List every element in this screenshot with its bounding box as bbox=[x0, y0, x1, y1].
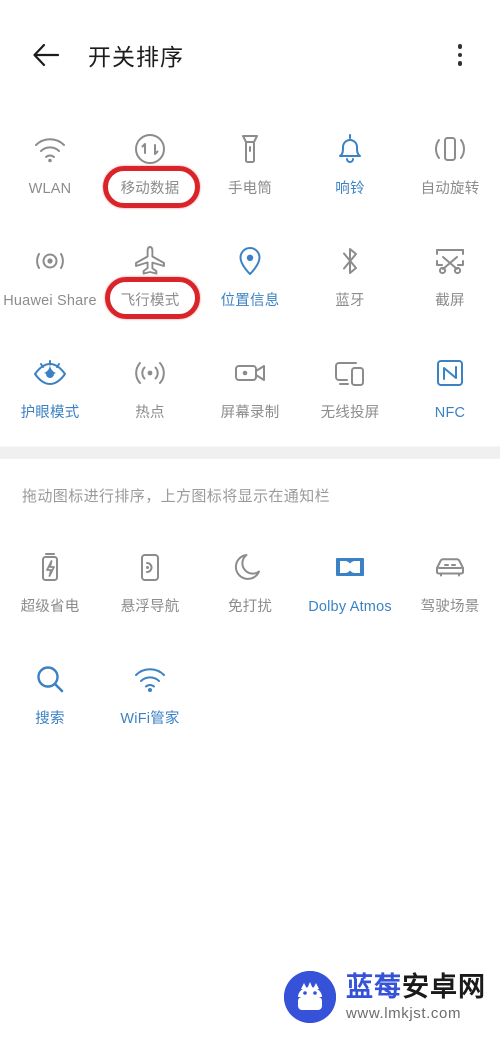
toggle-tile-mobile-data[interactable]: 移动数据 bbox=[100, 110, 200, 222]
blueberry-android-logo bbox=[284, 971, 336, 1023]
toggle-tile-screen-record[interactable]: 屏幕录制 bbox=[200, 334, 300, 446]
toggle-tile-label: NFC bbox=[434, 405, 466, 421]
site-watermark: 蓝莓 安卓网 www.lmkjst.com bbox=[284, 971, 486, 1023]
toggle-tile-driving-mode[interactable]: 驾驶场景 bbox=[400, 528, 500, 640]
arrow-left-icon bbox=[31, 42, 61, 68]
toggle-tile-label: WLAN bbox=[28, 181, 72, 197]
toggle-tile-search[interactable]: 搜索 bbox=[0, 640, 100, 752]
cast-screen-icon bbox=[330, 350, 370, 396]
search-icon bbox=[30, 656, 70, 702]
toggle-tile-label: 搜索 bbox=[35, 711, 65, 727]
toggle-tile-huawei-share[interactable]: Huawei Share bbox=[0, 222, 100, 334]
wifi-icon bbox=[30, 126, 70, 172]
toggle-tile-label: 手电筒 bbox=[227, 181, 273, 197]
toggle-tile-wifi[interactable]: WLAN bbox=[0, 110, 100, 222]
watermark-text: 蓝莓 安卓网 www.lmkjst.com bbox=[346, 971, 486, 1022]
toggle-tile-label: Dolby Atmos bbox=[308, 599, 392, 615]
page-title: 开关排序 bbox=[88, 44, 184, 70]
toggle-tile-label: 移动数据 bbox=[120, 181, 180, 197]
mobile-data-icon bbox=[130, 126, 170, 172]
toggle-tile-label: WiFi管家 bbox=[120, 711, 180, 727]
toggle-tile-floating-nav[interactable]: 悬浮导航 bbox=[100, 528, 200, 640]
toggle-tile-dolby-atmos[interactable]: Dolby Atmos bbox=[300, 528, 400, 640]
bluetooth-icon bbox=[330, 238, 370, 284]
toggle-tile-cast-screen[interactable]: 无线投屏 bbox=[300, 334, 400, 446]
bell-icon bbox=[330, 126, 370, 172]
screenshot-icon bbox=[430, 238, 470, 284]
driving-mode-icon bbox=[430, 544, 470, 590]
eye-comfort-icon bbox=[30, 350, 70, 396]
toggle-tile-label: 截屏 bbox=[435, 293, 465, 309]
toggle-tile-do-not-disturb[interactable]: 免打扰 bbox=[200, 528, 300, 640]
dolby-atmos-icon bbox=[330, 544, 370, 590]
toggle-tile-label: 驾驶场景 bbox=[420, 599, 480, 615]
toggle-tile-bell[interactable]: 响铃 bbox=[300, 110, 400, 222]
toggle-tile-label: 免打扰 bbox=[227, 599, 273, 615]
toggle-tile-label: 飞行模式 bbox=[120, 293, 180, 309]
toggle-tile-label: 热点 bbox=[135, 405, 165, 421]
toggle-tile-label: 屏幕录制 bbox=[220, 405, 280, 421]
notification-shade-toggle-grid[interactable]: WLAN 移动数据 手电筒 响铃 自动旋转 Huawei Share 飞行模式 位… bbox=[0, 110, 500, 446]
battery-saver-icon bbox=[30, 544, 70, 590]
huawei-share-icon bbox=[30, 238, 70, 284]
more-vertical-icon-dot-1 bbox=[457, 44, 463, 49]
do-not-disturb-icon bbox=[230, 544, 270, 590]
section-divider bbox=[0, 446, 500, 459]
toggle-tile-label: Huawei Share bbox=[3, 293, 97, 309]
toggle-tile-label: 蓝牙 bbox=[335, 293, 365, 309]
toggle-tile-airplane[interactable]: 飞行模式 bbox=[100, 222, 200, 334]
toggle-tile-screenshot[interactable]: 截屏 bbox=[400, 222, 500, 334]
location-pin-icon bbox=[230, 238, 270, 284]
toggle-tile-bluetooth[interactable]: 蓝牙 bbox=[300, 222, 400, 334]
more-options-button[interactable] bbox=[442, 35, 478, 75]
floating-nav-icon bbox=[130, 544, 170, 590]
toggle-tile-label: 位置信息 bbox=[220, 293, 280, 309]
watermark-brand: 蓝莓 安卓网 bbox=[346, 971, 486, 1002]
wifi-manager-icon bbox=[130, 656, 170, 702]
toggle-tile-label: 响铃 bbox=[335, 181, 365, 197]
flashlight-icon bbox=[230, 126, 270, 172]
toggle-tile-label: 护眼模式 bbox=[20, 405, 80, 421]
hidden-toggle-grid[interactable]: 超级省电 悬浮导航 免打扰 Dolby Atmos 驾驶场景 搜索 WiFi管家 bbox=[0, 528, 500, 752]
toggle-tile-wifi-manager[interactable]: WiFi管家 bbox=[100, 640, 200, 752]
auto-rotate-icon bbox=[430, 126, 470, 172]
toggle-tile-eye-comfort[interactable]: 护眼模式 bbox=[0, 334, 100, 446]
app-bar: 开关排序 bbox=[0, 0, 500, 110]
more-vertical-icon-dot-3 bbox=[457, 61, 463, 66]
hotspot-icon bbox=[130, 350, 170, 396]
watermark-brand-dark: 安卓网 bbox=[402, 971, 486, 1002]
watermark-url: www.lmkjst.com bbox=[346, 1004, 462, 1022]
reorder-hint-text: 拖动图标进行排序，上方图标将显示在通知栏 bbox=[22, 488, 331, 505]
toggle-tile-flashlight[interactable]: 手电筒 bbox=[200, 110, 300, 222]
toggle-tile-battery-saver[interactable]: 超级省电 bbox=[0, 528, 100, 640]
nfc-icon bbox=[430, 350, 470, 396]
toggle-tile-label: 自动旋转 bbox=[420, 181, 480, 197]
toggle-tile-nfc[interactable]: NFC bbox=[400, 334, 500, 446]
watermark-brand-blue: 蓝莓 bbox=[346, 971, 402, 1002]
toggle-tile-hotspot[interactable]: 热点 bbox=[100, 334, 200, 446]
screen-record-icon bbox=[230, 350, 270, 396]
toggle-tile-label: 无线投屏 bbox=[320, 405, 380, 421]
toggle-tile-label: 悬浮导航 bbox=[120, 599, 180, 615]
toggle-tile-label: 超级省电 bbox=[20, 599, 80, 615]
toggle-tile-location-pin[interactable]: 位置信息 bbox=[200, 222, 300, 334]
more-vertical-icon-dot-2 bbox=[457, 52, 463, 58]
airplane-icon bbox=[130, 238, 170, 284]
back-button[interactable] bbox=[26, 35, 66, 75]
toggle-tile-auto-rotate[interactable]: 自动旋转 bbox=[400, 110, 500, 222]
